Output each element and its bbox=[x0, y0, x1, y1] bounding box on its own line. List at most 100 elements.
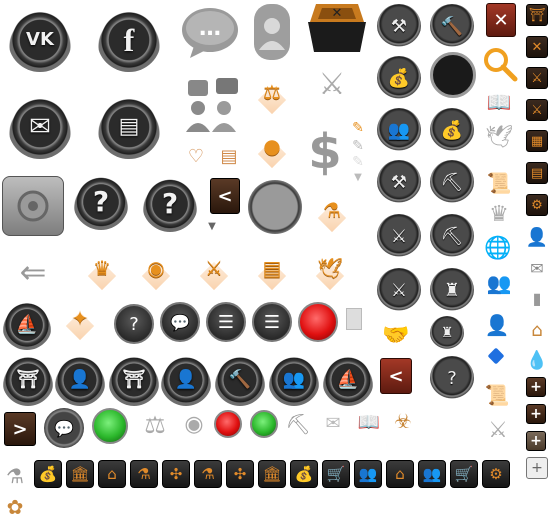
profile-badge[interactable] bbox=[252, 2, 292, 62]
hammer-medallion[interactable]: 🔨 bbox=[214, 354, 266, 406]
dropdown-arrow[interactable]: ▼ bbox=[350, 170, 366, 184]
tower-button-small[interactable]: ♜ bbox=[430, 316, 464, 350]
people-tile-2[interactable]: 👥 bbox=[418, 460, 446, 488]
handshake-pin[interactable]: ✦ bbox=[65, 306, 95, 341]
sack-tile-2[interactable]: 💰 bbox=[290, 460, 318, 488]
gate-tile[interactable]: ⛩ bbox=[526, 4, 548, 26]
scroll-pin[interactable]: ▤ bbox=[257, 256, 287, 291]
dove-pin[interactable]: 🕊 bbox=[315, 256, 345, 291]
menu-button[interactable]: ☰ bbox=[206, 302, 246, 342]
back-tile[interactable]: < bbox=[210, 178, 240, 214]
bank-tile[interactable]: 🏛 bbox=[66, 460, 94, 488]
tower-button[interactable]: ♜ bbox=[430, 268, 474, 312]
envelope-gray[interactable]: ✉ bbox=[526, 258, 548, 278]
ship-icon: ⛵ bbox=[336, 369, 360, 390]
crossed-swords-tile[interactable]: ⚔ bbox=[526, 67, 548, 89]
red-button-small[interactable] bbox=[214, 410, 242, 438]
triangle-down-icon: ▼ bbox=[208, 220, 216, 232]
shovel-button-2[interactable]: ⛏ bbox=[430, 214, 474, 258]
people-button[interactable]: 👥 bbox=[377, 108, 421, 152]
scroll-medallion[interactable]: ▤ bbox=[97, 95, 161, 159]
crossed-tools-tile[interactable]: ✕ bbox=[526, 36, 548, 58]
globe-gray[interactable]: 🌐 bbox=[484, 234, 512, 262]
forward-tile[interactable]: > bbox=[4, 412, 36, 446]
cart-tile-2[interactable]: 🛒 bbox=[450, 460, 478, 488]
person-medallion-2[interactable]: 👤 bbox=[160, 354, 212, 406]
bank-tile-2[interactable]: 🏛 bbox=[258, 460, 286, 488]
question-medallion[interactable]: ? bbox=[73, 174, 129, 230]
green-button[interactable] bbox=[92, 408, 128, 444]
house-tile[interactable]: ⌂ bbox=[98, 460, 126, 488]
book-gray[interactable]: ▮ bbox=[526, 286, 548, 310]
menu-button-2[interactable]: ☰ bbox=[252, 302, 292, 342]
green-button-small[interactable] bbox=[250, 410, 278, 438]
question-button[interactable]: ? bbox=[114, 304, 154, 344]
people-icon: 👥 bbox=[387, 119, 411, 141]
question-button-2[interactable]: ? bbox=[430, 356, 474, 400]
envelope-medallion[interactable]: ✉ bbox=[8, 95, 72, 159]
scales-pin[interactable]: ⚖ bbox=[257, 80, 287, 115]
back-red-tile[interactable]: < bbox=[380, 358, 412, 394]
flask-tile-2[interactable]: ⚗ bbox=[194, 460, 222, 488]
swords-button-2[interactable]: ⚔ bbox=[377, 268, 421, 312]
pencil-orange[interactable]: ✎ bbox=[348, 118, 368, 138]
swords-pin[interactable]: ⚔ bbox=[199, 256, 229, 291]
windmill-tile-2[interactable]: ✣ bbox=[226, 460, 254, 488]
book-button[interactable]: 📖 bbox=[484, 90, 514, 114]
crown-pin[interactable]: ♛ bbox=[87, 256, 117, 291]
flask-pin[interactable]: ⚗ bbox=[317, 198, 347, 233]
house-outline[interactable]: ⌂ bbox=[526, 318, 548, 342]
safe-button[interactable] bbox=[2, 176, 64, 236]
crate-button[interactable]: ✕ bbox=[306, 2, 368, 54]
heart-monitor: ♡ bbox=[182, 145, 210, 167]
gear-tile-2[interactable]: ⚙ bbox=[482, 460, 510, 488]
shovel-button[interactable]: ⛏ bbox=[430, 160, 474, 204]
envelope-light[interactable]: ✉ bbox=[320, 412, 346, 434]
plus-tile-3[interactable]: + bbox=[526, 431, 546, 451]
sack-button[interactable]: 💰 bbox=[377, 56, 421, 100]
gate-medallion[interactable]: ⛩ bbox=[2, 354, 54, 406]
person-medallion[interactable]: 👤 bbox=[54, 354, 106, 406]
plus-tile-1[interactable]: + bbox=[526, 377, 546, 397]
facebook-medallion[interactable]: f bbox=[97, 8, 161, 72]
gear-tile[interactable]: ⚙ bbox=[526, 194, 548, 216]
storehouse-tile[interactable]: ▤ bbox=[526, 162, 548, 184]
compass-button-2[interactable]: ⚒ bbox=[377, 160, 421, 204]
scales-gray: ⚖ bbox=[138, 410, 172, 440]
barracks-tile[interactable]: ▦ bbox=[526, 130, 548, 152]
pencil-light[interactable]: ✎ bbox=[348, 152, 368, 172]
swords-tile[interactable]: ⚔ bbox=[526, 99, 548, 121]
coins-icon: ◉ bbox=[184, 411, 204, 437]
coins-pin[interactable]: ◉ bbox=[141, 256, 171, 291]
chat-bubble-button[interactable]: … bbox=[180, 4, 240, 60]
vk-medallion[interactable]: VK bbox=[8, 8, 72, 72]
chat-button[interactable]: 💬 bbox=[160, 302, 200, 342]
question-medallion-2[interactable]: ? bbox=[142, 176, 198, 232]
windmill-tile[interactable]: ✣ bbox=[162, 460, 190, 488]
close-button[interactable]: ✕ bbox=[486, 3, 516, 37]
red-button[interactable] bbox=[298, 302, 338, 342]
hammer-button[interactable]: 🔨 bbox=[430, 4, 474, 48]
search-button[interactable] bbox=[482, 46, 518, 82]
swords-button[interactable]: ⚔ bbox=[377, 214, 421, 258]
plus-tile-2[interactable]: + bbox=[526, 404, 546, 424]
globe-pin[interactable]: ● bbox=[257, 134, 287, 169]
people-tile[interactable]: 👥 bbox=[354, 460, 382, 488]
cart-tile[interactable]: 🛒 bbox=[322, 460, 350, 488]
team-button[interactable] bbox=[184, 74, 244, 134]
plus-tile-4[interactable]: + bbox=[526, 457, 548, 479]
flask-tile[interactable]: ⚗ bbox=[130, 460, 158, 488]
sack-tile[interactable]: 💰 bbox=[34, 460, 62, 488]
chat-round-button[interactable]: 💬 bbox=[44, 408, 84, 448]
people-medallion[interactable]: 👥 bbox=[268, 354, 320, 406]
ship-medallion-2[interactable]: ⛵ bbox=[322, 354, 374, 406]
empty-round-button[interactable] bbox=[248, 180, 302, 234]
ship-medallion[interactable]: ⛵ bbox=[2, 300, 52, 350]
empty-slot-button[interactable] bbox=[430, 52, 476, 98]
gate-medallion-2[interactable]: ⛩ bbox=[108, 354, 160, 406]
house-tile-2[interactable]: ⌂ bbox=[386, 460, 414, 488]
book-light[interactable]: 📖 bbox=[354, 410, 384, 434]
compass-button[interactable]: ⚒ bbox=[377, 4, 421, 48]
sack-button-2[interactable]: 💰 bbox=[430, 108, 474, 152]
back-arrow-gray[interactable]: ⇐ bbox=[2, 252, 64, 292]
